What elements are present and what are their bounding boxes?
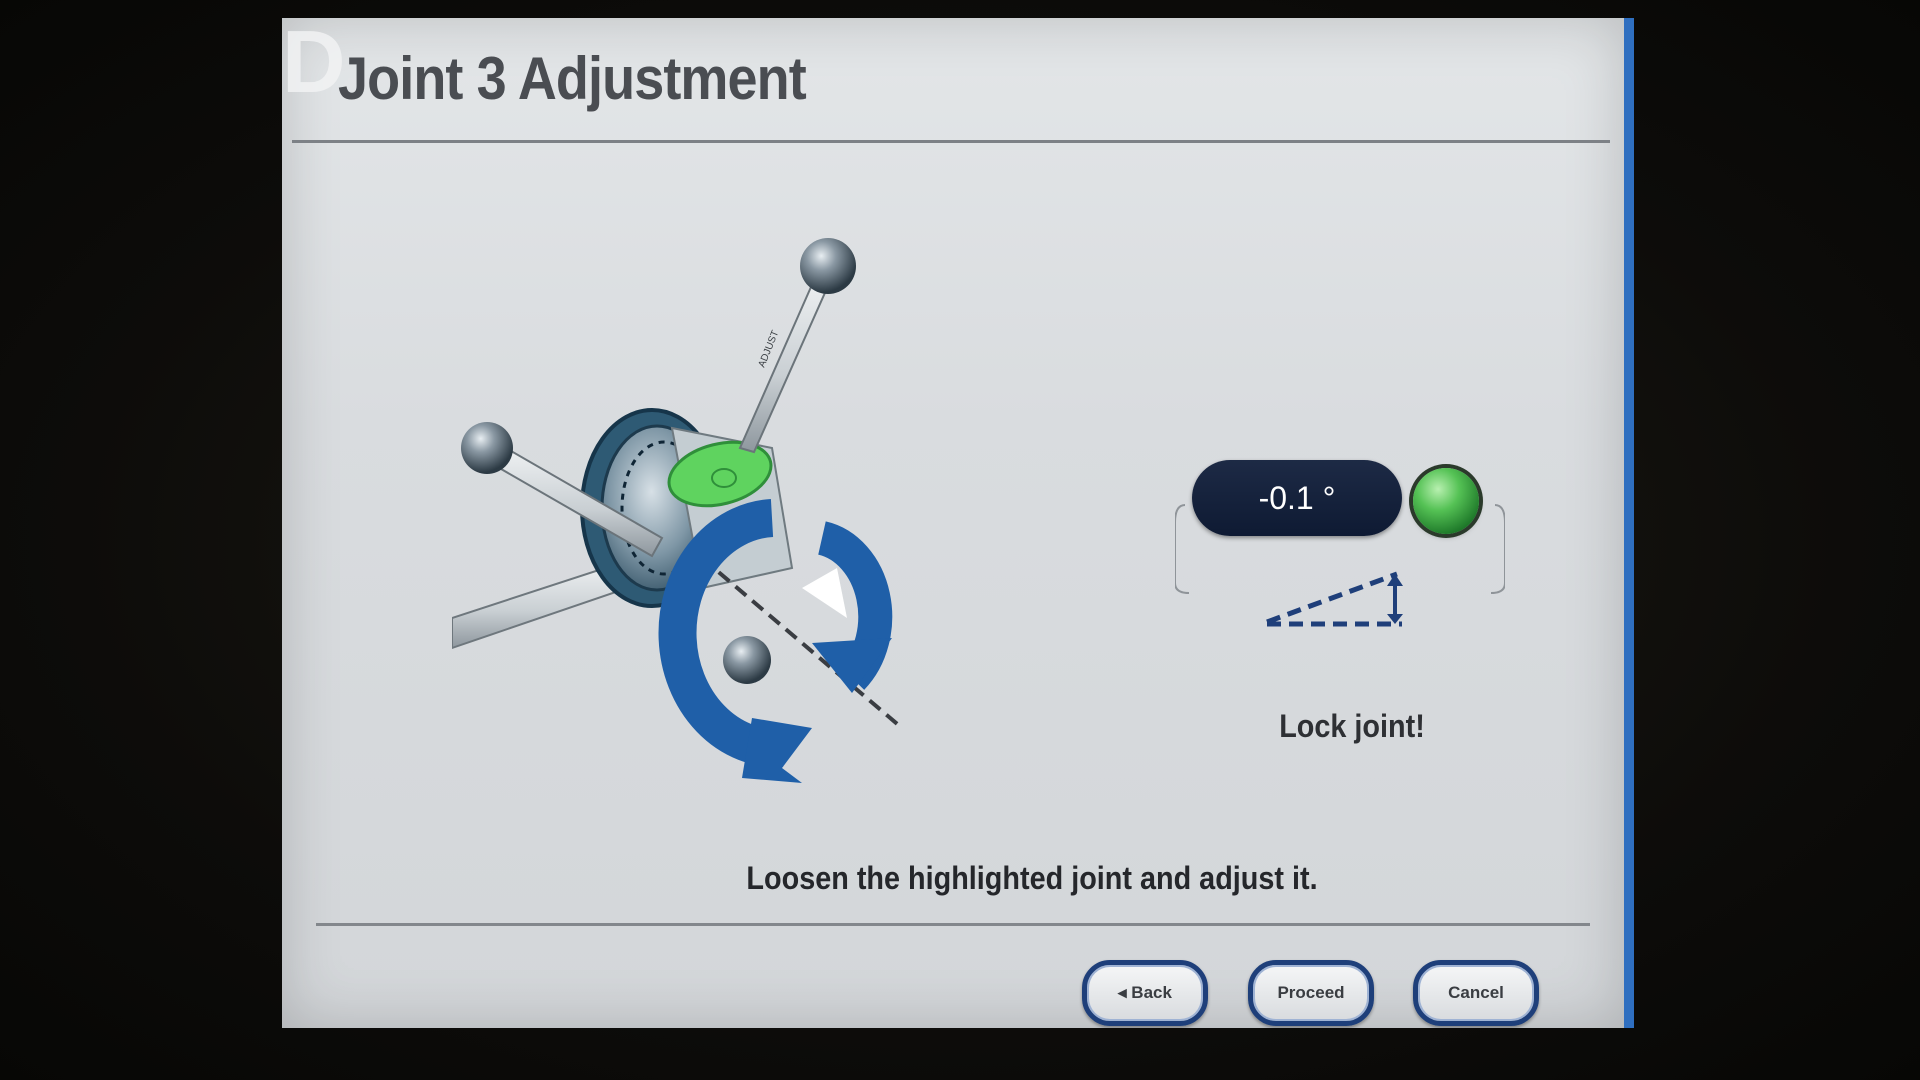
footer-divider bbox=[316, 923, 1590, 926]
joint-assembly-icon: ADJUST bbox=[452, 238, 904, 783]
cancel-button[interactable]: Cancel bbox=[1413, 960, 1539, 1026]
angle-tilt-icon bbox=[1266, 571, 1403, 627]
header-divider bbox=[292, 140, 1610, 143]
page-title: Joint 3 Adjustment bbox=[338, 45, 807, 112]
instruction-text: Loosen the highlighted joint and adjust … bbox=[746, 860, 1318, 896]
back-button[interactable]: ◂ Back bbox=[1082, 960, 1208, 1026]
proceed-button[interactable]: Proceed bbox=[1248, 960, 1374, 1026]
status-indicator-icon bbox=[1413, 468, 1479, 534]
angle-readout: -0.1 ° bbox=[1192, 460, 1402, 536]
lock-joint-message: Lock joint! bbox=[1279, 708, 1425, 744]
screen: D Joint 3 Adjustment ADJUST -0.1 ° Lock … bbox=[282, 18, 1634, 1028]
logo-letter: D bbox=[282, 18, 346, 111]
angle-value: -0.1 ° bbox=[1258, 479, 1336, 516]
